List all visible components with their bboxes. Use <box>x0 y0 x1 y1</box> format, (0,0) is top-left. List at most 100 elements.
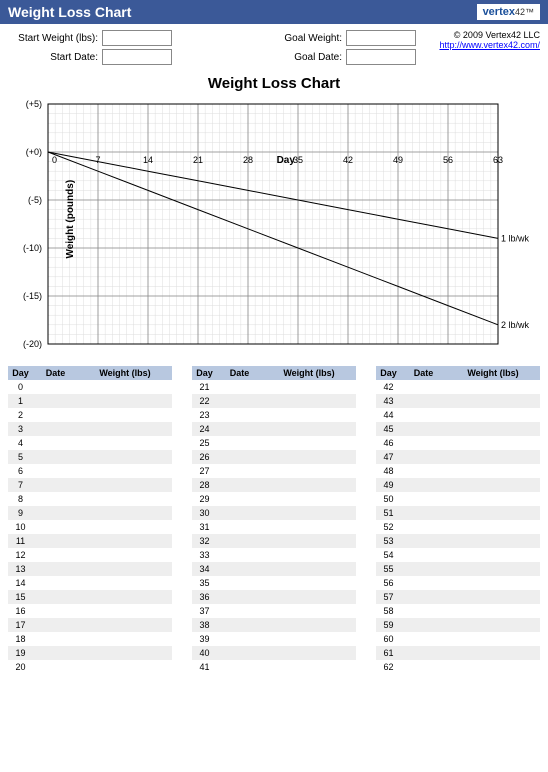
cell-date[interactable] <box>401 422 446 436</box>
goal-date-input[interactable] <box>346 49 416 65</box>
cell-date[interactable] <box>217 464 262 478</box>
cell-weight[interactable] <box>262 436 356 450</box>
cell-date[interactable] <box>33 450 78 464</box>
cell-weight[interactable] <box>78 660 172 674</box>
cell-weight[interactable] <box>262 604 356 618</box>
cell-weight[interactable] <box>446 436 540 450</box>
cell-weight[interactable] <box>446 534 540 548</box>
cell-weight[interactable] <box>262 380 356 394</box>
cell-weight[interactable] <box>446 618 540 632</box>
cell-date[interactable] <box>217 660 262 674</box>
cell-weight[interactable] <box>78 464 172 478</box>
cell-date[interactable] <box>401 464 446 478</box>
cell-weight[interactable] <box>446 604 540 618</box>
cell-date[interactable] <box>401 604 446 618</box>
cell-date[interactable] <box>217 590 262 604</box>
cell-weight[interactable] <box>78 646 172 660</box>
cell-date[interactable] <box>33 590 78 604</box>
cell-date[interactable] <box>217 646 262 660</box>
cell-date[interactable] <box>217 534 262 548</box>
cell-date[interactable] <box>401 618 446 632</box>
cell-weight[interactable] <box>446 520 540 534</box>
cell-date[interactable] <box>401 646 446 660</box>
cell-date[interactable] <box>401 450 446 464</box>
cell-date[interactable] <box>401 590 446 604</box>
cell-date[interactable] <box>401 548 446 562</box>
cell-weight[interactable] <box>446 478 540 492</box>
cell-weight[interactable] <box>446 660 540 674</box>
cell-weight[interactable] <box>78 380 172 394</box>
cell-weight[interactable] <box>446 408 540 422</box>
cell-weight[interactable] <box>262 520 356 534</box>
cell-weight[interactable] <box>78 576 172 590</box>
cell-weight[interactable] <box>262 464 356 478</box>
cell-weight[interactable] <box>78 548 172 562</box>
cell-weight[interactable] <box>262 646 356 660</box>
cell-weight[interactable] <box>262 422 356 436</box>
cell-weight[interactable] <box>262 548 356 562</box>
cell-date[interactable] <box>33 618 78 632</box>
cell-date[interactable] <box>33 394 78 408</box>
cell-date[interactable] <box>33 492 78 506</box>
cell-date[interactable] <box>217 548 262 562</box>
cell-weight[interactable] <box>446 576 540 590</box>
cell-weight[interactable] <box>262 618 356 632</box>
cell-date[interactable] <box>401 562 446 576</box>
cell-weight[interactable] <box>78 394 172 408</box>
cell-date[interactable] <box>401 534 446 548</box>
cell-weight[interactable] <box>262 408 356 422</box>
cell-weight[interactable] <box>446 548 540 562</box>
cell-date[interactable] <box>401 632 446 646</box>
cell-weight[interactable] <box>78 422 172 436</box>
cell-date[interactable] <box>217 450 262 464</box>
cell-weight[interactable] <box>78 492 172 506</box>
cell-date[interactable] <box>217 394 262 408</box>
cell-weight[interactable] <box>262 506 356 520</box>
cell-weight[interactable] <box>262 576 356 590</box>
cell-date[interactable] <box>33 576 78 590</box>
cell-date[interactable] <box>217 408 262 422</box>
cell-weight[interactable] <box>446 380 540 394</box>
cell-date[interactable] <box>217 492 262 506</box>
cell-weight[interactable] <box>262 660 356 674</box>
cell-weight[interactable] <box>446 422 540 436</box>
cell-date[interactable] <box>401 492 446 506</box>
cell-date[interactable] <box>217 604 262 618</box>
cell-weight[interactable] <box>78 408 172 422</box>
start-weight-input[interactable] <box>102 30 172 46</box>
cell-weight[interactable] <box>78 436 172 450</box>
cell-date[interactable] <box>33 646 78 660</box>
cell-date[interactable] <box>33 562 78 576</box>
goal-weight-input[interactable] <box>346 30 416 46</box>
cell-weight[interactable] <box>262 394 356 408</box>
cell-date[interactable] <box>217 520 262 534</box>
cell-date[interactable] <box>401 394 446 408</box>
cell-date[interactable] <box>33 520 78 534</box>
cell-weight[interactable] <box>262 450 356 464</box>
cell-date[interactable] <box>401 520 446 534</box>
cell-date[interactable] <box>217 506 262 520</box>
vertex42-link[interactable]: http://www.vertex42.com/ <box>439 40 540 50</box>
cell-date[interactable] <box>401 408 446 422</box>
cell-weight[interactable] <box>78 450 172 464</box>
cell-weight[interactable] <box>78 632 172 646</box>
cell-weight[interactable] <box>78 506 172 520</box>
cell-weight[interactable] <box>262 478 356 492</box>
cell-date[interactable] <box>33 632 78 646</box>
cell-date[interactable] <box>401 506 446 520</box>
cell-weight[interactable] <box>446 632 540 646</box>
cell-weight[interactable] <box>446 394 540 408</box>
cell-weight[interactable] <box>78 520 172 534</box>
cell-date[interactable] <box>33 660 78 674</box>
cell-weight[interactable] <box>78 534 172 548</box>
start-date-input[interactable] <box>102 49 172 65</box>
cell-date[interactable] <box>401 660 446 674</box>
cell-weight[interactable] <box>262 534 356 548</box>
cell-date[interactable] <box>217 632 262 646</box>
cell-weight[interactable] <box>446 562 540 576</box>
cell-date[interactable] <box>33 604 78 618</box>
cell-weight[interactable] <box>446 646 540 660</box>
cell-date[interactable] <box>217 478 262 492</box>
cell-weight[interactable] <box>78 478 172 492</box>
cell-date[interactable] <box>401 478 446 492</box>
